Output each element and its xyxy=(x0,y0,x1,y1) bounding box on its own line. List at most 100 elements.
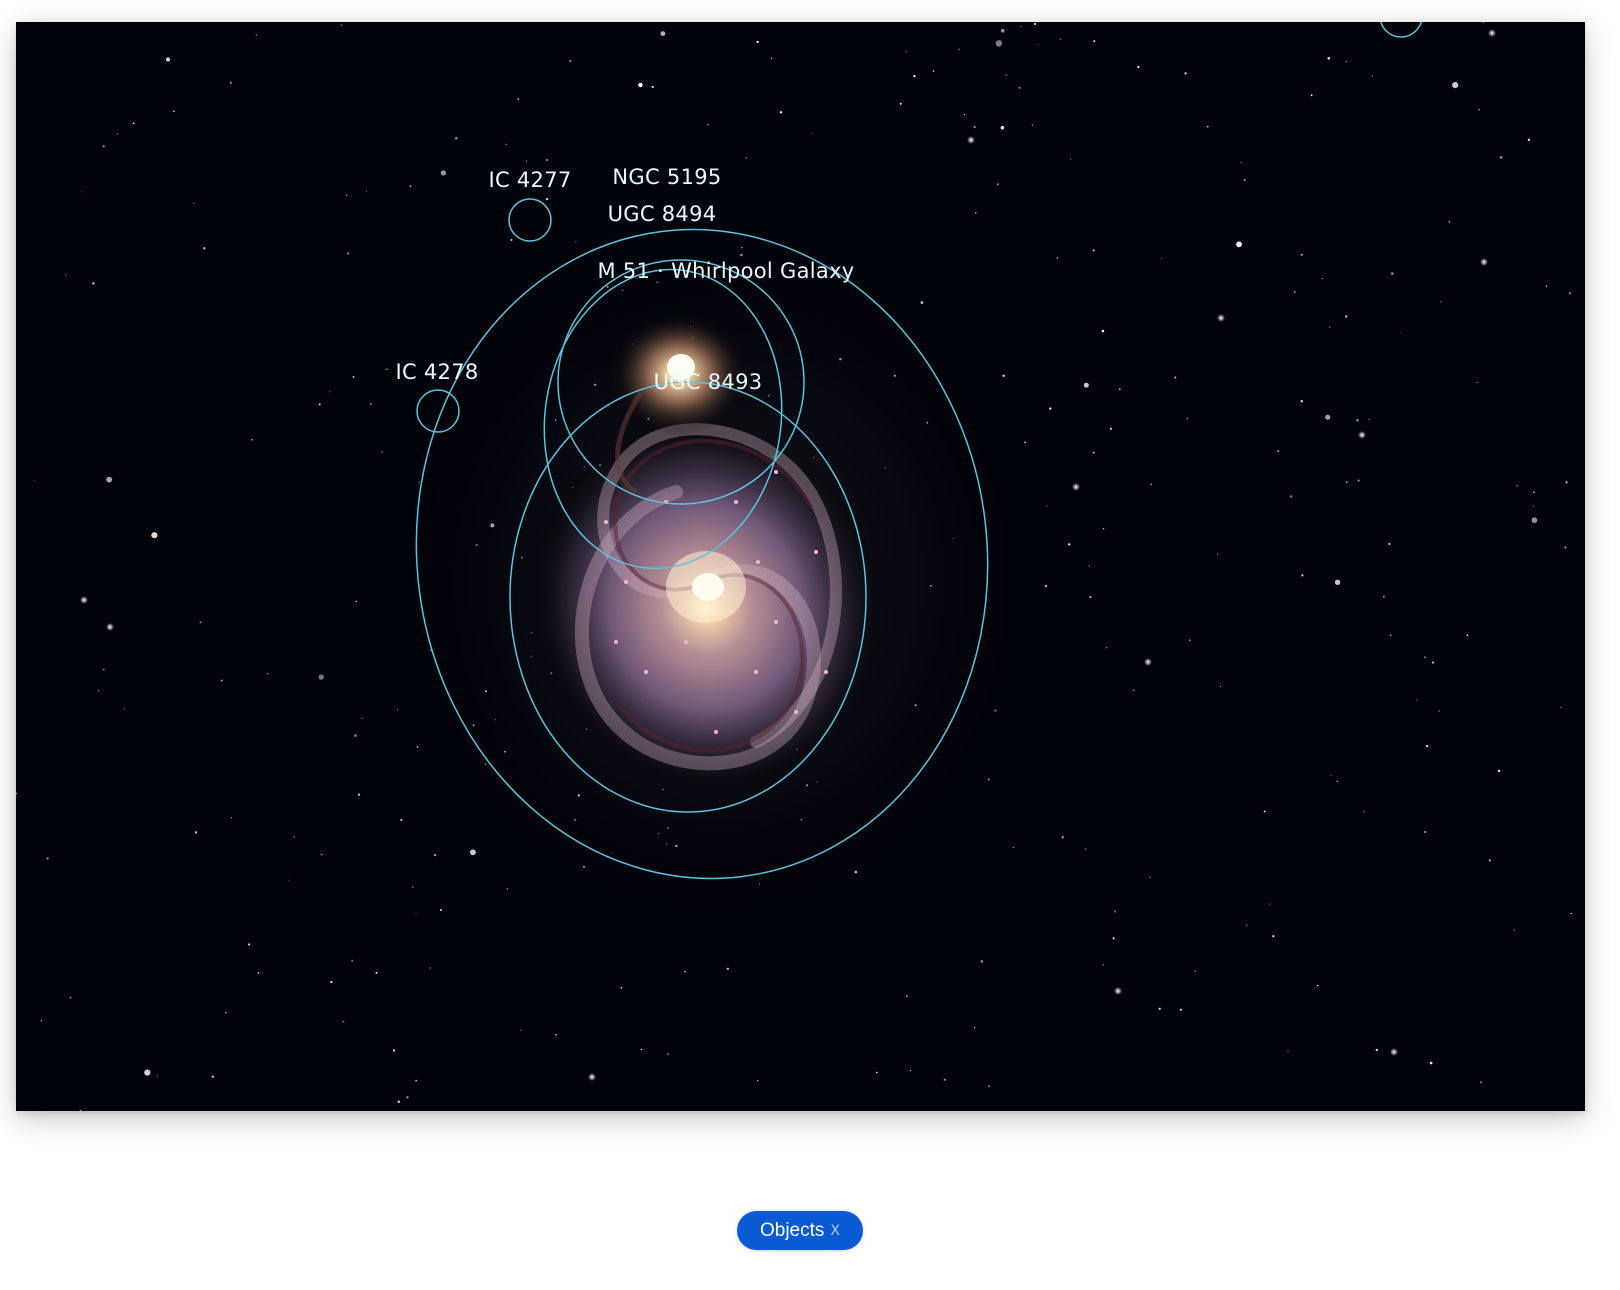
star xyxy=(455,136,458,140)
star xyxy=(1382,595,1385,598)
star xyxy=(1118,388,1121,391)
star xyxy=(770,57,773,59)
star xyxy=(1031,124,1033,126)
star xyxy=(1277,450,1280,453)
star xyxy=(909,1069,912,1072)
bright-star xyxy=(1488,29,1496,37)
sky-image: IC 4277 NGC 5195 UGC 8494 M 51 · Whirlpo… xyxy=(16,22,1585,1111)
star xyxy=(1531,517,1538,523)
star xyxy=(1000,125,1005,130)
star xyxy=(257,972,260,974)
star xyxy=(248,943,251,946)
star xyxy=(400,818,403,822)
star xyxy=(1356,419,1359,422)
star xyxy=(651,85,654,89)
label-ugc8493[interactable]: UGC 8493 xyxy=(654,370,763,394)
star xyxy=(132,122,135,125)
star xyxy=(1083,382,1089,388)
star xyxy=(1363,810,1365,813)
star xyxy=(156,1075,159,1077)
star xyxy=(230,817,233,819)
star xyxy=(995,40,1003,47)
star xyxy=(1301,574,1304,577)
objects-toggle-label: Objects xyxy=(759,1219,825,1241)
star xyxy=(660,31,666,36)
star xyxy=(1061,836,1064,839)
star xyxy=(1321,277,1324,280)
star xyxy=(1391,272,1394,275)
star xyxy=(526,159,528,161)
star xyxy=(1070,159,1072,160)
star xyxy=(351,959,354,962)
star xyxy=(1388,542,1391,546)
star xyxy=(288,879,290,881)
star xyxy=(1246,924,1248,926)
star xyxy=(756,40,759,44)
star xyxy=(963,113,966,115)
objects-toggle-button[interactable]: Objects X xyxy=(737,1211,863,1250)
bright-star xyxy=(1390,1048,1398,1056)
star xyxy=(1002,374,1005,377)
star xyxy=(1133,689,1135,691)
star xyxy=(1533,491,1535,494)
bright-star xyxy=(1480,258,1488,266)
star xyxy=(640,1048,642,1051)
star xyxy=(1300,253,1303,256)
star xyxy=(1206,125,1209,128)
star xyxy=(526,161,528,163)
star xyxy=(811,132,813,134)
bright-star xyxy=(1114,987,1122,995)
star xyxy=(433,853,437,857)
star xyxy=(69,996,72,999)
star xyxy=(1194,970,1196,972)
star xyxy=(1423,830,1427,834)
star xyxy=(330,980,333,984)
star xyxy=(510,239,513,241)
star xyxy=(974,1027,976,1029)
star xyxy=(1516,485,1518,487)
label-ngc5195[interactable]: NGC 5195 xyxy=(612,165,721,189)
star xyxy=(346,194,348,196)
label-ic4277[interactable]: IC 4277 xyxy=(488,168,571,192)
close-icon[interactable]: X xyxy=(830,1223,840,1239)
star xyxy=(875,1071,878,1074)
star xyxy=(1390,634,1392,636)
star xyxy=(412,886,414,888)
star xyxy=(1513,929,1516,931)
star xyxy=(505,143,507,145)
star xyxy=(1466,634,1469,637)
star xyxy=(1416,699,1418,701)
label-m51[interactable]: M 51 · Whirlpool Galaxy xyxy=(597,259,854,283)
star xyxy=(65,274,67,276)
star xyxy=(1334,579,1341,585)
star xyxy=(1240,161,1242,164)
star xyxy=(320,853,323,856)
star xyxy=(996,183,999,186)
star xyxy=(1488,859,1491,862)
star xyxy=(220,679,223,682)
star xyxy=(106,476,113,483)
star xyxy=(932,70,935,72)
bright-star xyxy=(1358,431,1366,439)
star xyxy=(1438,710,1440,712)
star xyxy=(1564,546,1567,549)
star xyxy=(980,960,984,963)
star xyxy=(102,145,105,148)
star xyxy=(1357,479,1360,482)
star xyxy=(440,170,447,176)
star xyxy=(1150,483,1152,486)
label-ic4278[interactable]: IC 4278 xyxy=(395,360,478,384)
star xyxy=(329,391,331,393)
star xyxy=(1137,65,1140,69)
star xyxy=(370,403,372,405)
star xyxy=(506,888,508,890)
star xyxy=(546,159,548,161)
bright-star xyxy=(967,136,975,144)
star xyxy=(555,1033,557,1036)
star xyxy=(1088,565,1091,567)
star xyxy=(409,185,412,188)
label-ugc8494[interactable]: UGC 8494 xyxy=(608,202,717,226)
bright-star xyxy=(106,623,114,631)
bright-star xyxy=(1072,483,1080,491)
star xyxy=(1049,407,1052,410)
